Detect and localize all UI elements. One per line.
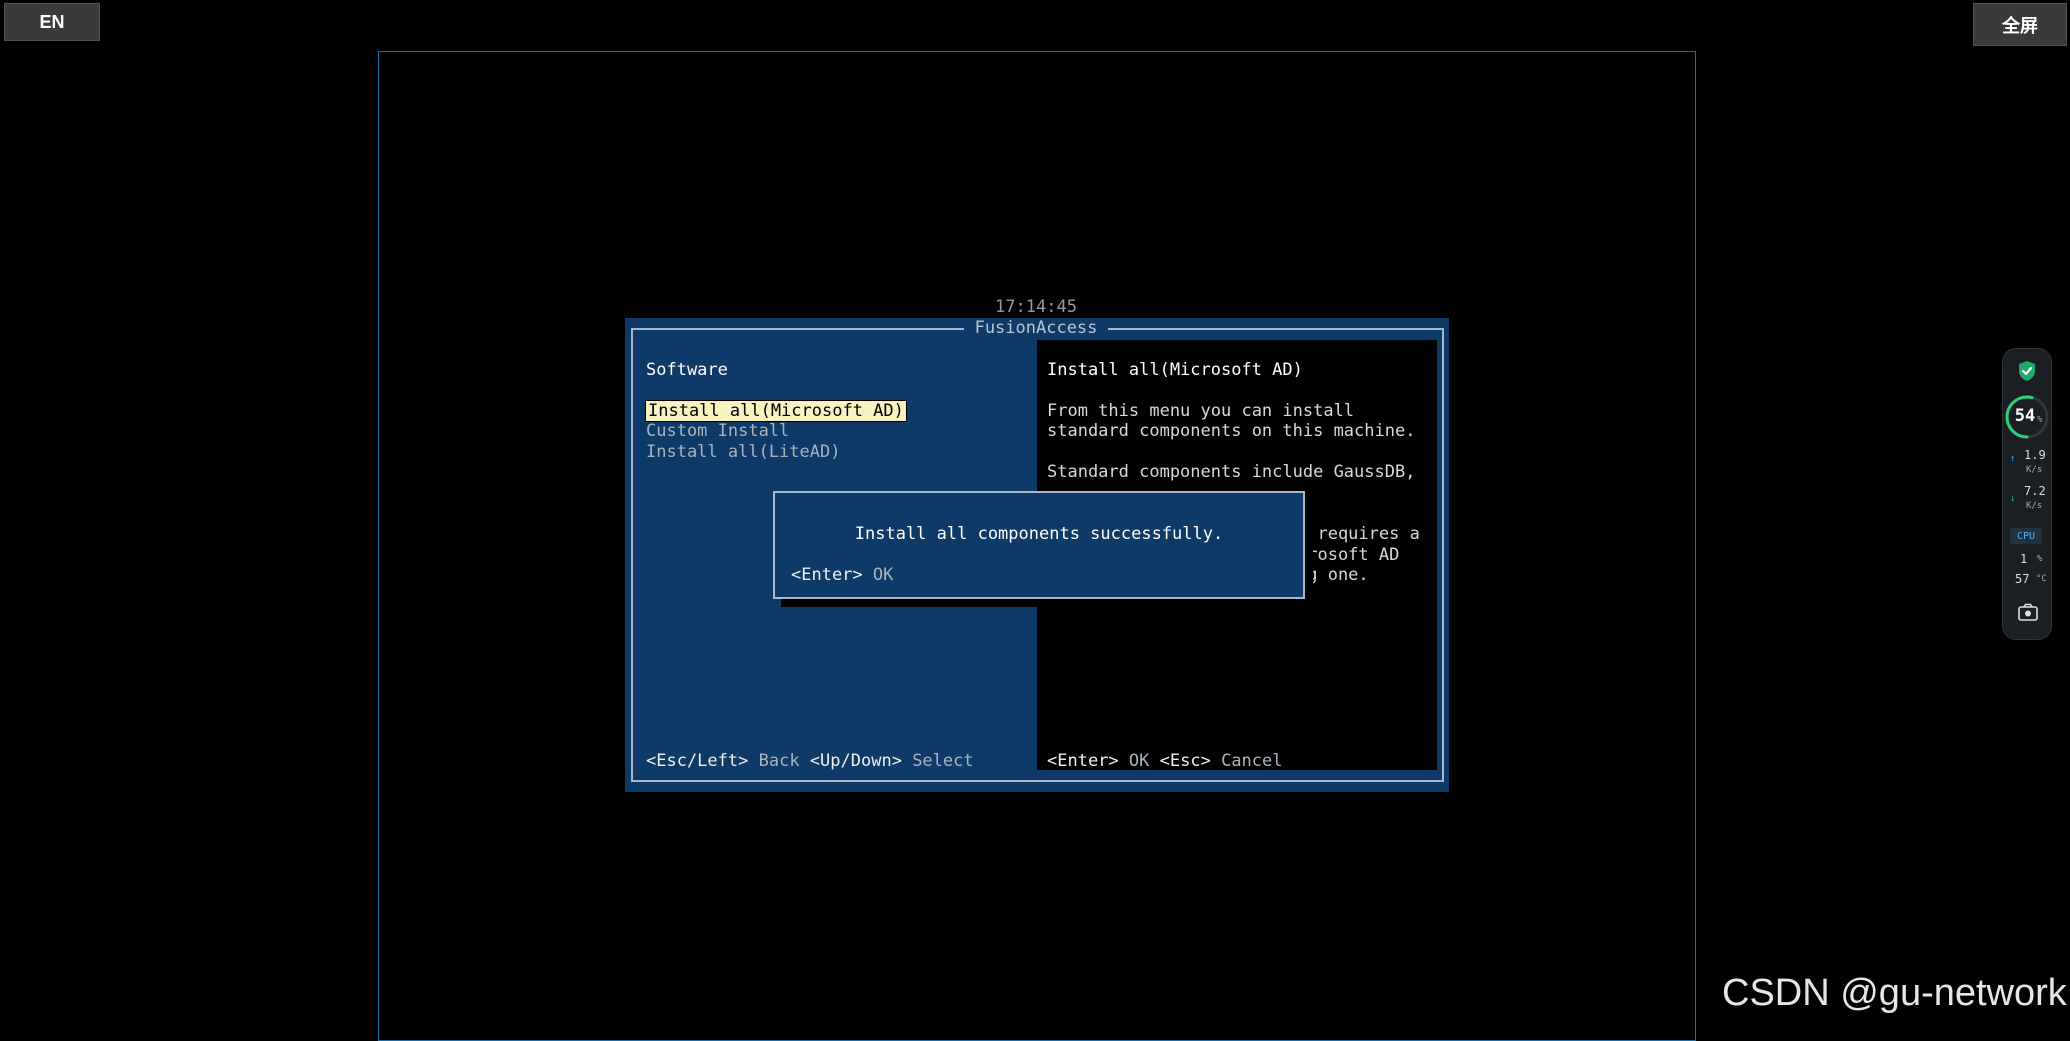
hint-action-back: Back [758, 751, 800, 771]
message-key-enter: <Enter> [791, 565, 863, 585]
help-text-line: From this menu you can install [1047, 401, 1355, 421]
message-action-ok: OK [872, 565, 894, 585]
success-message-text: Install all components successfully. [854, 524, 1224, 544]
menu-item-install-all-litead[interactable]: Install all(LiteAD) [646, 442, 840, 462]
hint-action-select: Select [912, 751, 974, 771]
cpu-usage-unit: % [2037, 554, 2043, 564]
menu-item-install-all-microsoft-ad[interactable]: Install all(Microsoft AD) [645, 400, 907, 422]
hint-action-cancel: Cancel [1221, 751, 1283, 771]
cpu-temperature: 57 [2015, 572, 2030, 586]
upload-unit: K/s [2026, 465, 2043, 475]
download-unit: K/s [2026, 501, 2043, 511]
console-clock: 17:14:45 [995, 297, 1077, 317]
download-arrow-icon: ↓ [2010, 494, 2016, 504]
camera-icon[interactable] [2017, 602, 2039, 622]
shield-check-icon[interactable] [2017, 360, 2037, 382]
menu-item-custom-install[interactable]: Custom Install [646, 421, 789, 441]
dialog-title: FusionAccess [964, 318, 1108, 338]
message-box-shadow [781, 599, 1313, 607]
hint-action-ok: OK [1128, 751, 1150, 771]
watermark: CSDN @gu-network [1722, 972, 2067, 1014]
temperature-unit: °C [2036, 574, 2047, 584]
hint-key-esc: <Esc> [1159, 751, 1211, 771]
upload-arrow-icon: ↑ [2010, 454, 2016, 464]
hint-key-esc-left: <Esc/Left> [646, 751, 749, 771]
download-speed: 7.2 [2024, 484, 2046, 498]
cpu-label: CPU [2010, 528, 2042, 544]
menu-heading: Software [646, 360, 728, 380]
help-text-line: Standard components include GaussDB, [1047, 462, 1416, 482]
fullscreen-button[interactable]: 全屏 [1973, 3, 2067, 46]
help-title: Install all(Microsoft AD) [1047, 360, 1303, 380]
upload-speed: 1.9 [2024, 448, 2046, 462]
message-box-shadow [1305, 499, 1313, 607]
gauge-unit: % [2037, 415, 2043, 425]
cpu-usage: 1 [2020, 552, 2028, 566]
language-button[interactable]: EN [4, 3, 100, 41]
left-footer-hints: <Esc/Left> Back <Up/Down> Select [646, 751, 974, 771]
message-ok-button[interactable]: <Enter> OK [791, 565, 893, 585]
hint-key-enter: <Enter> [1047, 751, 1119, 771]
help-text-line: n requires a [1297, 524, 1420, 544]
right-footer-hints: <Enter> OK <Esc> Cancel [1047, 751, 1283, 771]
help-text-line: standard components on this machine. [1047, 421, 1416, 441]
hint-key-up-down: <Up/Down> [809, 751, 902, 771]
